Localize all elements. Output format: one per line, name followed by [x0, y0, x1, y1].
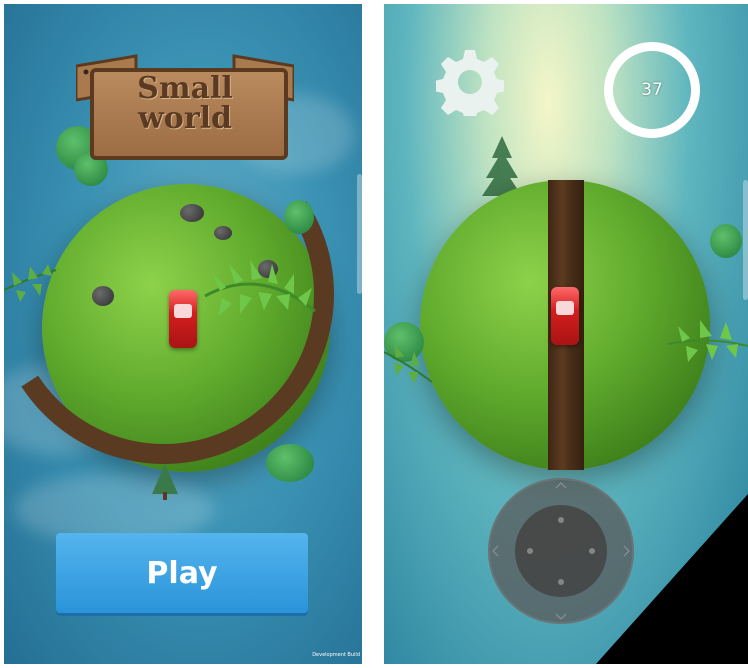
joystick-dot — [558, 517, 564, 523]
edge-handle — [743, 180, 748, 300]
edge-handle — [357, 174, 362, 294]
game-title-line2: world — [137, 101, 232, 136]
game-title-line1: Small — [137, 71, 233, 106]
red-car — [169, 290, 197, 348]
development-build-label: Development Build — [312, 652, 360, 658]
rock — [92, 286, 114, 306]
timer-value: 37 — [641, 80, 663, 100]
pine-tree-icon — [152, 464, 178, 500]
game-title: Small world — [76, 74, 294, 134]
title-sign: Small world — [76, 46, 294, 160]
rock — [180, 204, 204, 222]
joystick-dot — [589, 548, 595, 554]
fern-icon — [4, 264, 57, 302]
title-screen: Small world Play Development Build — [4, 4, 362, 664]
joystick-knob[interactable] — [515, 505, 607, 597]
fern-icon — [384, 344, 433, 384]
gameplay-screen: 37 — [384, 4, 748, 664]
red-car — [551, 287, 579, 345]
corner-overlay — [596, 494, 748, 664]
joystick-dot — [527, 548, 533, 554]
fern-icon — [204, 260, 316, 316]
tree-icon — [266, 444, 314, 482]
joystick-dot — [558, 579, 564, 585]
timer-ring: 37 — [604, 42, 700, 138]
fern-icon — [668, 320, 748, 362]
tree-icon — [284, 200, 314, 234]
gear-icon[interactable] — [436, 48, 504, 116]
play-button[interactable]: Play — [56, 533, 308, 613]
rock — [214, 226, 232, 240]
tree-icon — [710, 224, 742, 258]
